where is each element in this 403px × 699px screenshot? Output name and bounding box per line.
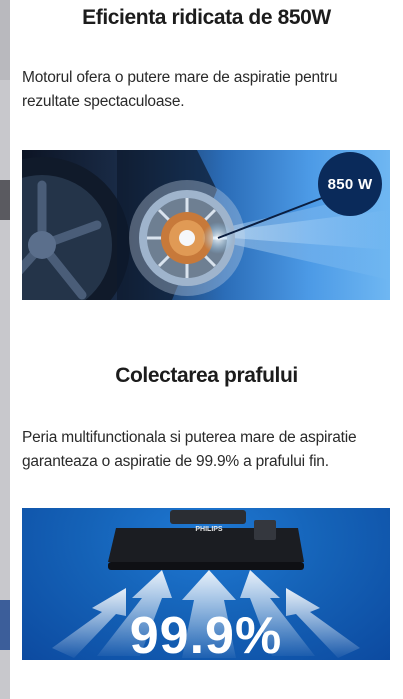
dust-pickup-percentage: 99.9% <box>129 607 283 660</box>
nozzle-image: PHILIPS 99.9% <box>22 508 390 660</box>
section-text-dust: Peria multifunctionala si puterea mare d… <box>22 429 357 470</box>
feature-panel: Eficienta ridicata de 850W Motorul ofera… <box>10 0 403 699</box>
motor-image: 850 W <box>22 150 390 300</box>
background-page-edge <box>0 0 10 699</box>
product-page: Eficienta ridicata de 850W Motorul ofera… <box>0 0 403 699</box>
section-title-efficiency: Eficienta ridicata de 850W <box>82 6 331 29</box>
section-text-efficiency: Motorul ofera o putere mare de aspiratie… <box>22 69 338 110</box>
brand-logo: PHILIPS <box>195 526 223 533</box>
section-title-dust: Colectarea prafului <box>115 364 298 387</box>
power-badge: 850 W <box>318 152 382 216</box>
